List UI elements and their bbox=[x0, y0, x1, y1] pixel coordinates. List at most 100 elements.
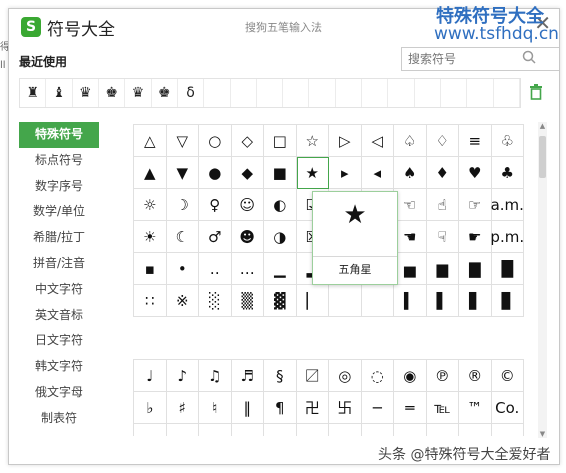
symbol-cell[interactable] bbox=[167, 424, 199, 436]
sidebar-item-7[interactable]: 中文字符 bbox=[19, 277, 99, 303]
symbol-cell[interactable]: ¶ bbox=[264, 392, 297, 424]
symbol-cell[interactable]: ▆ bbox=[426, 253, 459, 285]
symbol-cell[interactable]: … bbox=[231, 253, 264, 285]
scroll-up-icon[interactable]: ▲ bbox=[538, 122, 547, 130]
sidebar-item-4[interactable]: 数学/单位 bbox=[19, 199, 99, 225]
recent-symbol-cell[interactable] bbox=[362, 79, 389, 107]
symbol-cell[interactable]: ♢ bbox=[426, 125, 459, 157]
symbol-cell[interactable]: ℗ bbox=[426, 360, 459, 392]
symbol-cell[interactable]: ◂ bbox=[361, 157, 394, 189]
sidebar-item-11[interactable]: 俄文字母 bbox=[19, 380, 99, 406]
symbol-cell[interactable] bbox=[459, 424, 492, 436]
symbol-cell[interactable]: ◁ bbox=[361, 125, 394, 157]
symbol-cell[interactable]: ☽ bbox=[166, 189, 199, 221]
symbol-cell[interactable] bbox=[297, 424, 329, 436]
symbol-cell[interactable]: ♬ bbox=[231, 360, 264, 392]
symbol-cell[interactable]: ● bbox=[199, 157, 232, 189]
symbol-cell[interactable]: ☻ bbox=[231, 221, 264, 253]
symbol-cell[interactable]: ◐ bbox=[264, 189, 297, 221]
symbol-cell[interactable]: ℡ bbox=[426, 392, 459, 424]
symbol-cell[interactable]: ▷ bbox=[329, 125, 362, 157]
recent-symbol-cell[interactable] bbox=[494, 79, 520, 107]
symbol-cell[interactable]: © bbox=[491, 360, 524, 392]
symbol-cell[interactable]: ♯ bbox=[166, 392, 199, 424]
symbol-cell[interactable]: ♧ bbox=[491, 125, 524, 157]
symbol-cell[interactable]: ♩ bbox=[134, 360, 167, 392]
symbol-cell[interactable]: § bbox=[264, 360, 297, 392]
sidebar-item-10[interactable]: 韩文字符 bbox=[19, 354, 99, 380]
sidebar-item-1[interactable]: 特殊符号 bbox=[19, 122, 99, 148]
symbol-cell[interactable] bbox=[329, 285, 362, 317]
recent-symbol-cell[interactable] bbox=[467, 79, 494, 107]
symbol-cell[interactable]: ◑ bbox=[264, 221, 297, 253]
symbol-cell[interactable]: ♫ bbox=[199, 360, 232, 392]
symbol-cell[interactable]: ▓ bbox=[264, 285, 297, 317]
symbol-cell[interactable]: ≡ bbox=[459, 125, 492, 157]
symbol-cell[interactable]: ※ bbox=[166, 285, 199, 317]
symbol-cell[interactable]: ▒ bbox=[231, 285, 264, 317]
symbol-cell[interactable]: ♮ bbox=[199, 392, 232, 424]
sidebar-item-5[interactable]: 希腊/拉丁 bbox=[19, 225, 99, 251]
symbol-cell[interactable]: ◎ bbox=[329, 360, 362, 392]
symbol-cell[interactable] bbox=[362, 424, 394, 436]
recent-symbol-cell[interactable] bbox=[441, 79, 468, 107]
symbol-cell[interactable]: ☼ bbox=[134, 189, 167, 221]
symbol-cell[interactable]: █ bbox=[491, 253, 524, 285]
symbol-cell[interactable]: ═ bbox=[394, 392, 427, 424]
symbol-cell[interactable] bbox=[394, 424, 427, 436]
sidebar-item-6[interactable]: 拼音/注音 bbox=[19, 251, 99, 277]
symbol-cell[interactable]: ☚ bbox=[394, 221, 427, 253]
symbol-cell[interactable]: ☜ bbox=[394, 189, 427, 221]
symbol-cell[interactable]: Co. bbox=[491, 392, 524, 424]
symbol-cell[interactable]: ▋ bbox=[459, 285, 492, 317]
symbol-cell[interactable]: ♦ bbox=[426, 157, 459, 189]
symbol-cell[interactable]: △ bbox=[134, 125, 167, 157]
symbol-cell[interactable]: ▅ bbox=[394, 253, 427, 285]
symbol-cell[interactable]: ® bbox=[459, 360, 492, 392]
scrollbar-thumb[interactable] bbox=[539, 136, 546, 178]
symbol-cell[interactable]: p.m. bbox=[490, 221, 524, 253]
symbol-cell[interactable]: ♀ bbox=[199, 189, 232, 221]
symbol-cell[interactable]: ☞ bbox=[459, 189, 492, 221]
sidebar-item-2[interactable]: 标点符号 bbox=[19, 148, 99, 174]
symbol-cell[interactable] bbox=[264, 424, 297, 436]
symbol-cell[interactable]: ♥ bbox=[459, 157, 492, 189]
recent-symbol-cell[interactable]: δ bbox=[178, 79, 205, 107]
recent-symbol-cell[interactable] bbox=[415, 79, 441, 107]
scroll-down-icon[interactable]: ▼ bbox=[538, 430, 547, 438]
symbol-cell[interactable]: ♤ bbox=[394, 125, 427, 157]
symbol-cell[interactable]: ▲ bbox=[134, 157, 167, 189]
recent-symbol-cell[interactable] bbox=[388, 79, 415, 107]
symbol-cell[interactable]: ∷ bbox=[134, 285, 167, 317]
symbol-cell[interactable]: ─ bbox=[361, 392, 394, 424]
symbol-cell[interactable]: ▌ bbox=[426, 285, 459, 317]
recent-symbol-cell[interactable]: ♛ bbox=[73, 79, 99, 107]
symbol-cell[interactable]: ◆ bbox=[231, 157, 264, 189]
symbol-cell[interactable]: 卐 bbox=[329, 392, 362, 424]
symbol-cell[interactable]: ◌ bbox=[361, 360, 394, 392]
symbol-cell[interactable]: ▼ bbox=[166, 157, 199, 189]
symbol-cell[interactable] bbox=[492, 424, 524, 436]
symbol-cell[interactable] bbox=[427, 424, 459, 436]
symbol-cell[interactable]: ‖ bbox=[231, 392, 264, 424]
symbol-cell[interactable]: ☝ bbox=[426, 189, 459, 221]
symbol-cell[interactable]: ☆ bbox=[296, 125, 329, 157]
recent-symbol-cell[interactable]: ♚ bbox=[99, 79, 126, 107]
symbol-cell[interactable]: ♣ bbox=[491, 157, 524, 189]
symbol-cell[interactable] bbox=[134, 424, 167, 436]
symbol-cell[interactable]: ☾ bbox=[166, 221, 199, 253]
sidebar-item-3[interactable]: 数字序号 bbox=[19, 174, 99, 200]
symbol-cell[interactable]: ™ bbox=[459, 392, 492, 424]
symbol-cell[interactable]: ♂ bbox=[199, 221, 232, 253]
symbol-cell[interactable]: ☀ bbox=[134, 221, 167, 253]
symbol-cell[interactable]: ‥ bbox=[199, 253, 232, 285]
symbol-cell[interactable]: 卍 bbox=[296, 392, 329, 424]
symbol-cell[interactable] bbox=[199, 424, 232, 436]
sidebar-item-12[interactable]: 制表符 bbox=[19, 406, 99, 432]
symbol-cell[interactable]: 〼 bbox=[296, 360, 329, 392]
recent-symbol-cell[interactable] bbox=[204, 79, 231, 107]
symbol-cell[interactable]: ▇ bbox=[459, 253, 492, 285]
symbol-cell[interactable] bbox=[232, 424, 264, 436]
symbol-cell[interactable]: ◇ bbox=[231, 125, 264, 157]
symbol-cell[interactable]: □ bbox=[264, 125, 297, 157]
